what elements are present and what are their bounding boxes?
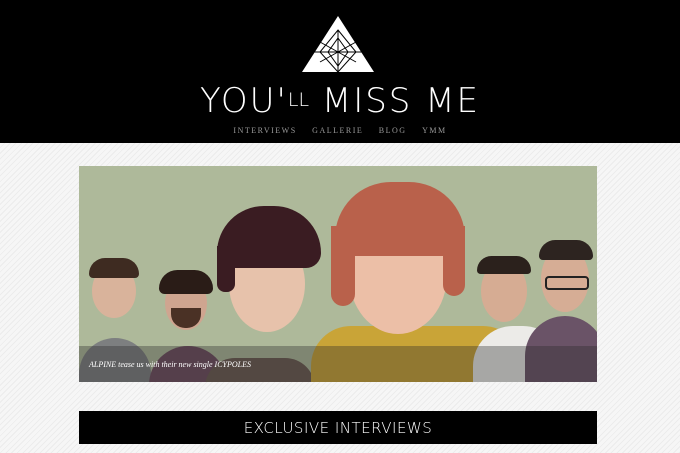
geometric-triangle-logo-icon[interactable] xyxy=(300,14,376,74)
hero-caption[interactable]: ALPINE tease us with their new single IC… xyxy=(89,360,251,369)
hero-image[interactable]: ALPINE tease us with their new single IC… xyxy=(79,166,597,382)
nav-item-blog[interactable]: BLOG xyxy=(379,126,407,135)
nav-item-gallerie[interactable]: GALLERIE xyxy=(312,126,363,135)
site-title[interactable]: YOU'LL MISS ME xyxy=(0,80,680,121)
site-header: YOU'LL MISS ME INTERVIEWS GALLERIE BLOG … xyxy=(0,0,680,143)
site-title-main: YOU' xyxy=(199,81,288,121)
nav-item-interviews[interactable]: INTERVIEWS xyxy=(233,126,296,135)
site-title-rest: MISS ME xyxy=(309,81,481,121)
nav-item-ymm[interactable]: YMM xyxy=(422,126,447,135)
main-nav: INTERVIEWS GALLERIE BLOG YMM xyxy=(0,126,680,135)
site-title-sub: LL xyxy=(287,89,310,111)
exclusive-interviews-heading[interactable]: EXCLUSIVE INTERVIEWS xyxy=(79,411,597,444)
